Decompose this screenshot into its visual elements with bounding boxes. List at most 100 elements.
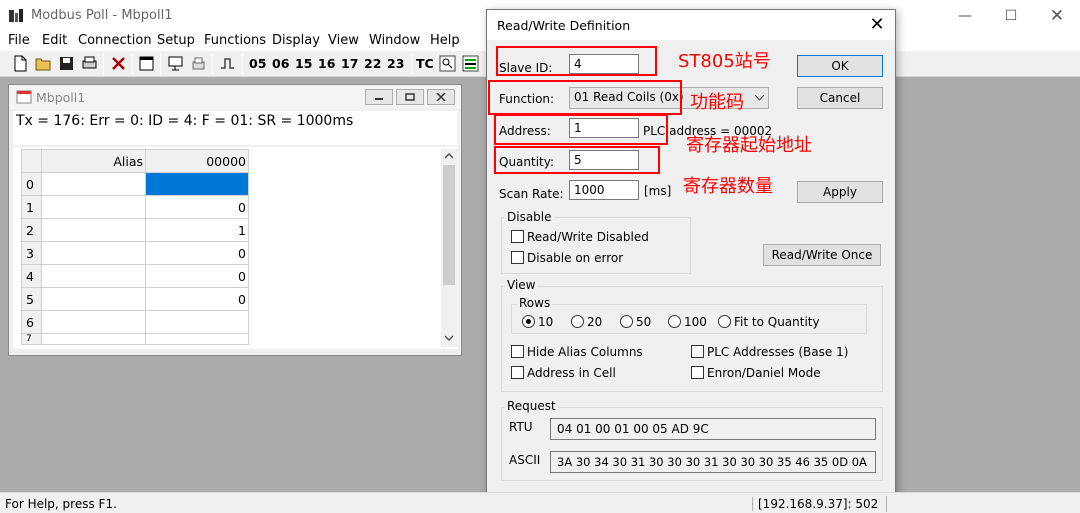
table-row[interactable]: 21 [21,218,249,242]
disable-on-error-checkbox[interactable] [511,251,524,264]
printer-small-icon[interactable] [190,55,207,72]
ascii-label: ASCII [509,453,541,467]
rows-20-radio[interactable] [571,315,584,328]
menu-functions[interactable]: Functions [204,33,266,48]
scan-rate-input[interactable] [569,180,639,200]
alias-cell[interactable] [41,218,146,242]
value-cell[interactable] [145,172,249,196]
hide-alias-columns-checkbox[interactable] [511,345,524,358]
table-row[interactable]: 10 [21,195,249,219]
read-write-once-button[interactable]: Read/Write Once [763,244,881,266]
dialog-close-icon[interactable]: ✕ [865,14,889,36]
menu-connection[interactable]: Connection [78,33,152,48]
alias-cell[interactable] [41,172,146,196]
view-group-title: View [505,278,538,292]
value-cell[interactable]: 0 [145,241,249,265]
ok-button[interactable]: OK [797,55,883,77]
rows-fit-to-quantity-radio[interactable] [718,315,731,328]
menu-help[interactable]: Help [430,33,460,48]
enron-daniel-mode-label: Enron/Daniel Mode [707,366,821,380]
statusbar: For Help, press F1. [192.168.9.37]: 502 [0,492,1080,513]
rows-100-radio[interactable] [668,315,681,328]
window-icon[interactable] [138,55,155,72]
alias-cell[interactable] [41,287,146,311]
table-row[interactable]: 0 [21,172,249,196]
child-title: Mbpoll1 [36,90,86,105]
alias-cell[interactable] [41,264,146,288]
fc06-button[interactable]: 06 [272,56,289,71]
address-column-header[interactable]: 00000 [145,149,249,173]
table-row[interactable]: 6 [21,310,249,334]
table-row[interactable]: 30 [21,241,249,265]
alias-column-header[interactable]: Alias [41,149,146,173]
rw-disabled-checkbox[interactable] [511,230,524,243]
search-icon[interactable] [439,55,456,72]
close-button[interactable]: ✕ [1034,0,1080,31]
menu-edit[interactable]: Edit [42,33,67,48]
menu-file[interactable]: File [8,33,30,48]
table-row[interactable]: 40 [21,264,249,288]
fc05-button[interactable]: 05 [249,56,266,71]
menu-window[interactable]: Window [369,33,420,48]
menu-setup[interactable]: Setup [157,33,195,48]
menu-view[interactable]: View [328,33,359,48]
plc-addresses-base1-checkbox[interactable] [691,345,704,358]
fc17-button[interactable]: 17 [341,56,358,71]
rows-10-label: 10 [538,315,554,329]
rows-50-radio[interactable] [620,315,633,328]
status-help-text: For Help, press F1. [5,497,117,511]
rows-group-title: Rows [517,296,553,310]
table-row[interactable]: 50 [21,287,249,311]
enron-daniel-mode-checkbox[interactable] [691,366,704,379]
table-row[interactable]: 7 [21,333,249,345]
toolbar-separator [411,54,412,74]
apply-button[interactable]: Apply [797,181,883,203]
value-cell[interactable]: 1 [145,218,249,242]
value-cell[interactable] [145,310,249,334]
alias-cell[interactable] [41,333,146,345]
new-file-icon[interactable] [12,55,29,72]
alias-cell[interactable] [41,195,146,219]
value-cell[interactable]: 0 [145,264,249,288]
address-in-cell-checkbox[interactable] [511,366,524,379]
child-restore-button[interactable] [396,89,424,105]
ascii-request-field[interactable]: 3A 30 34 30 31 30 30 30 31 30 30 30 35 4… [550,451,876,473]
fc23-button[interactable]: 23 [387,56,404,71]
cancel-button[interactable]: Cancel [797,87,883,109]
value-cell[interactable]: 0 [145,195,249,219]
monitor-icon[interactable] [167,55,184,72]
scrollbar-thumb[interactable] [443,165,455,285]
alias-cell[interactable] [41,310,146,334]
scroll-down-icon[interactable] [445,335,453,341]
vertical-scrollbar[interactable] [441,149,457,347]
row-number: 5 [21,287,42,311]
fc16-button[interactable]: 16 [318,56,335,71]
row-number: 4 [21,264,42,288]
disconnect-icon[interactable] [110,55,127,72]
value-cell[interactable]: 0 [145,287,249,311]
value-cell[interactable] [145,333,249,345]
minimize-button[interactable]: — [942,0,988,31]
rows-50-label: 50 [636,315,652,329]
chart-icon[interactable] [462,55,479,72]
plc-addresses-base1-label: PLC Addresses (Base 1) [707,345,849,359]
open-folder-icon[interactable] [35,55,52,72]
menu-display[interactable]: Display [272,33,320,48]
toolbar-separator [212,54,213,74]
print-icon[interactable] [81,55,98,72]
pulse-icon[interactable] [219,55,236,72]
fc22-button[interactable]: 22 [364,56,381,71]
rows-10-radio[interactable] [522,315,535,328]
child-minimize-button[interactable] [365,89,393,105]
alias-cell[interactable] [41,241,146,265]
close-icon [436,93,446,101]
row-number: 7 [21,333,42,345]
fc15-button[interactable]: 15 [295,56,312,71]
scroll-up-icon[interactable] [445,153,453,159]
tc-button[interactable]: TC [416,56,434,71]
rtu-request-field[interactable]: 04 01 00 01 00 05 AD 9C [550,418,876,440]
data-grid-area: Alias 00000 0 10 21 30 40 50 6 7 [13,147,457,349]
maximize-button[interactable]: ☐ [988,0,1034,31]
save-icon[interactable] [58,55,75,72]
child-close-button[interactable] [427,89,455,105]
